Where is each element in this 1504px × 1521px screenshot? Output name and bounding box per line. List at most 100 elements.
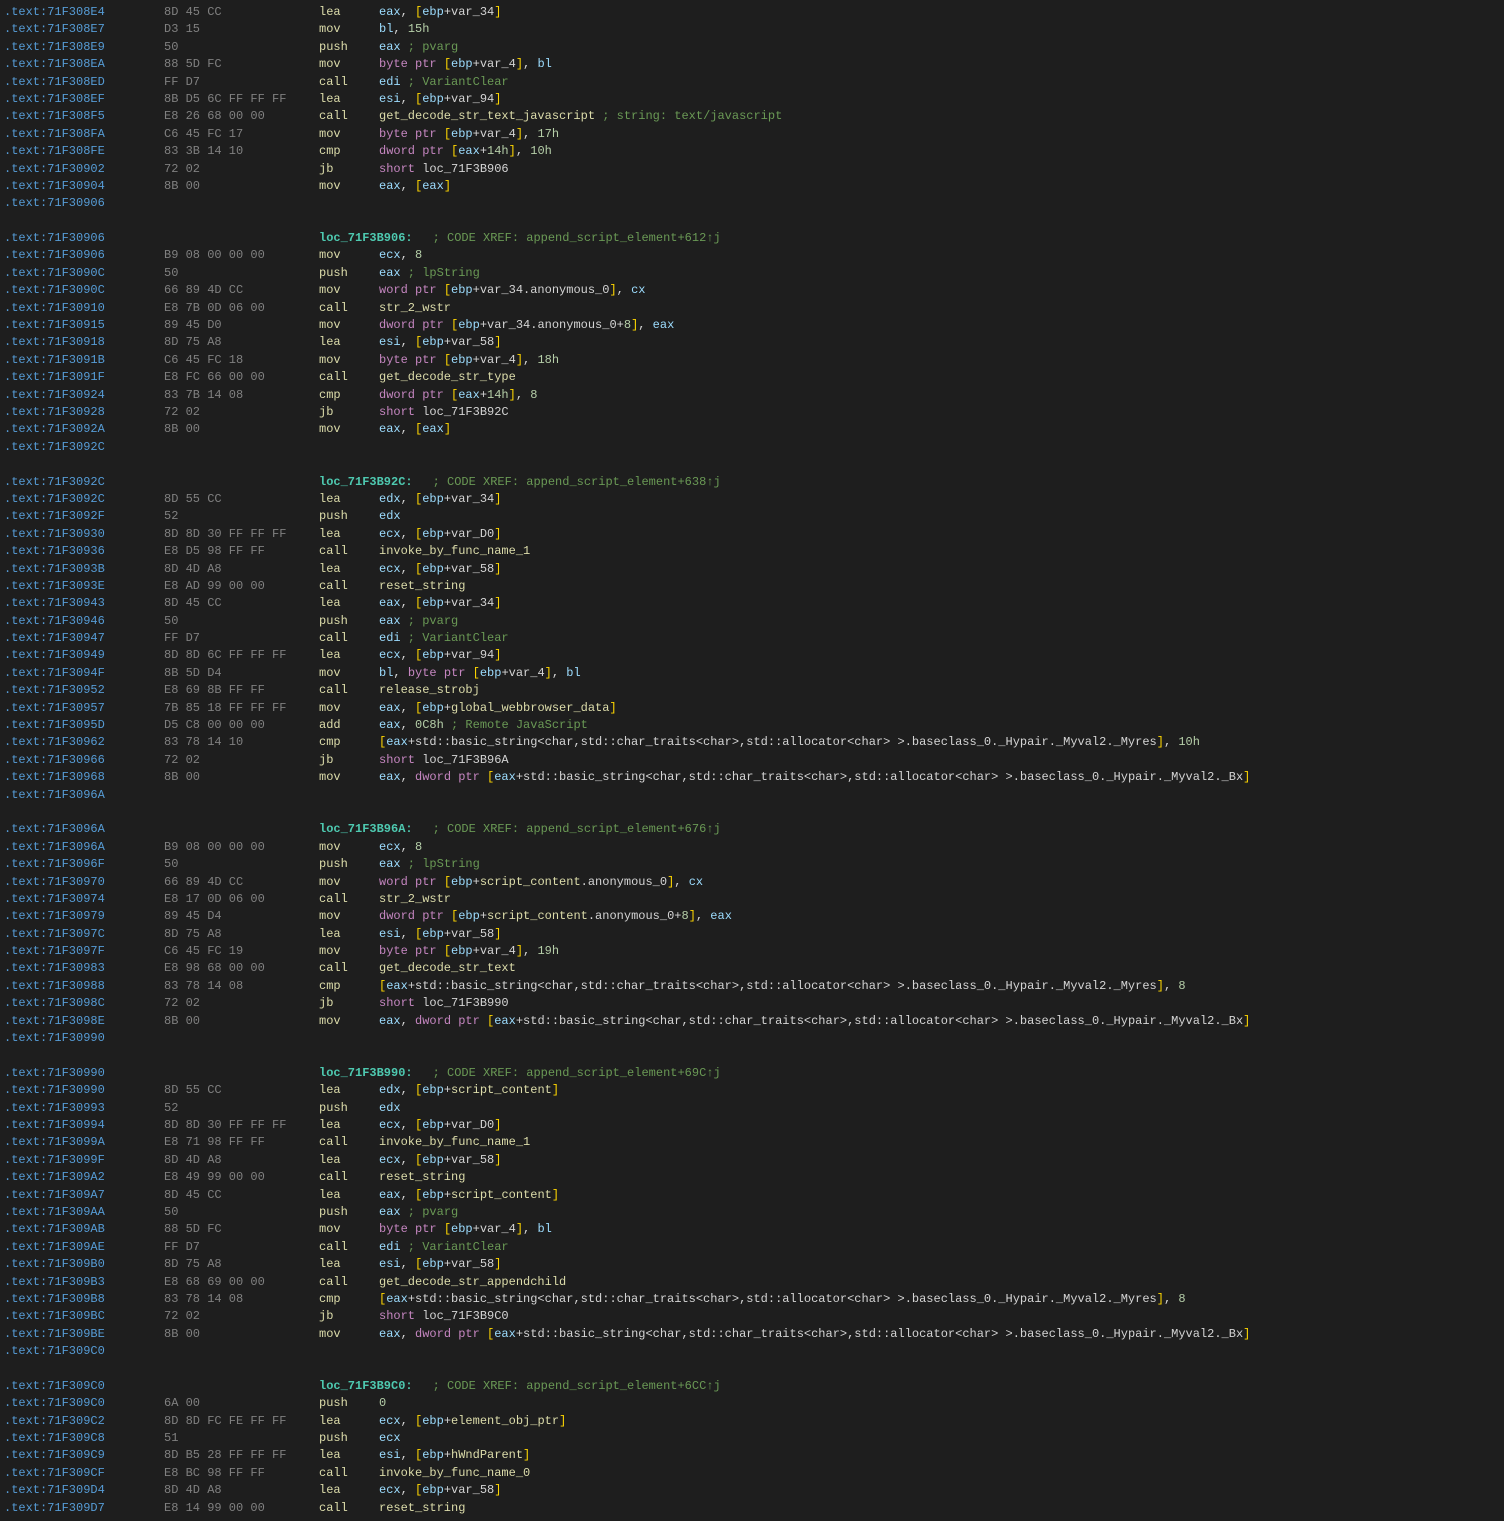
operands: dword ptr [eax+14h], 8	[379, 387, 1500, 404]
disasm-line[interactable]: .text:71F3099AE8 71 98 FF FFcallinvoke_b…	[0, 1134, 1504, 1151]
disasm-line[interactable]: .text:71F3092872 02jbshort loc_71F3B92C	[0, 404, 1504, 421]
disasm-line[interactable]: .text:71F3092A8B 00moveax, [eax]	[0, 421, 1504, 438]
disasm-line[interactable]: .text:71F3093B8D 4D A8leaecx, [ebp+var_5…	[0, 561, 1504, 578]
disasm-line[interactable]: .text:71F309AB88 5D FCmovbyte ptr [ebp+v…	[0, 1221, 1504, 1238]
disasm-line[interactable]: .text:71F309577B 85 18 FF FF FFmoveax, […	[0, 700, 1504, 717]
disasm-line[interactable]: .text:71F3096AB9 08 00 00 00movecx, 8	[0, 839, 1504, 856]
disasm-line[interactable]: .text:71F309B883 78 14 08cmp[eax+std::ba…	[0, 1291, 1504, 1308]
address: .text:71F3093B	[4, 561, 164, 578]
disasm-line[interactable]: .text:71F309048B 00moveax, [eax]	[0, 178, 1504, 195]
address: .text:71F30924	[4, 387, 164, 404]
disasm-line[interactable]: .text:71F3095DD5 C8 00 00 00addeax, 0C8h…	[0, 717, 1504, 734]
disasm-line[interactable]: .text:71F308EF8B D5 6C FF FF FFleaesi, […	[0, 91, 1504, 108]
mnemonic: cmp	[319, 143, 379, 160]
disasm-line[interactable]: .text:71F3090C66 89 4D CCmovword ptr [eb…	[0, 282, 1504, 299]
disasm-line[interactable]: .text:71F308E48D 45 CCleaeax, [ebp+var_3…	[0, 4, 1504, 21]
disasm-line[interactable]: .text:71F309B3E8 68 69 00 00callget_deco…	[0, 1274, 1504, 1291]
disasm-line[interactable]: .text:71F308E950pusheax ; pvarg	[0, 39, 1504, 56]
disasm-line[interactable]: .text:71F3097FC6 45 FC 19movbyte ptr [eb…	[0, 943, 1504, 960]
address: .text:71F30910	[4, 300, 164, 317]
disasm-line[interactable]: .text:71F3096F50pusheax ; lpString	[0, 856, 1504, 873]
disasm-line[interactable]: .text:71F30983E8 98 68 00 00callget_deco…	[0, 960, 1504, 977]
disasm-line[interactable]: .text:71F309948D 8D 30 FF FF FFleaecx, […	[0, 1117, 1504, 1134]
disasm-line[interactable]: .text:71F30947FF D7calledi ; VariantClea…	[0, 630, 1504, 647]
disasm-line[interactable]: .text:71F309308D 8D 30 FF FF FFleaecx, […	[0, 526, 1504, 543]
operands: edi ; VariantClear	[379, 1239, 1500, 1256]
disasm-line[interactable]: .text:71F30906B9 08 00 00 00movecx, 8	[0, 247, 1504, 264]
disasm-line[interactable]: .text:71F309CFE8 BC 98 FF FFcallinvoke_b…	[0, 1465, 1504, 1482]
disasm-line[interactable]: .text:71F309A2E8 49 99 00 00callreset_st…	[0, 1169, 1504, 1186]
disasm-line[interactable]: .text:71F3091FE8 FC 66 00 00callget_deco…	[0, 369, 1504, 386]
disasm-line[interactable]: .text:71F3098C72 02jbshort loc_71F3B990	[0, 995, 1504, 1012]
disasm-line[interactable]: .text:71F309A78D 45 CCleaeax, [ebp+scrip…	[0, 1187, 1504, 1204]
disasm-line[interactable]: .text:71F309908D 55 CCleaedx, [ebp+scrip…	[0, 1082, 1504, 1099]
disasm-line[interactable]: .text:71F309D7E8 14 99 00 00callreset_st…	[0, 1500, 1504, 1517]
disasm-line[interactable]: .text:71F30990	[0, 1030, 1504, 1047]
disasm-line[interactable]: .text:71F3092F52pushedx	[0, 508, 1504, 525]
comment: ; VariantClear	[401, 1240, 509, 1254]
empty-line	[0, 804, 1504, 821]
disasm-line[interactable]: .text:71F3092483 7B 14 08cmpdword ptr [e…	[0, 387, 1504, 404]
disasm-line[interactable]: .text:71F308E7D3 15movbl, 15h	[0, 21, 1504, 38]
disasm-line[interactable]: .text:71F309438D 45 CCleaeax, [ebp+var_3…	[0, 595, 1504, 612]
bytes: 8D B5 28 FF FF FF	[164, 1447, 319, 1464]
disasm-line[interactable]: .text:71F3096672 02jbshort loc_71F3B96A	[0, 752, 1504, 769]
disasm-line[interactable]: .text:71F3091BC6 45 FC 18movbyte ptr [eb…	[0, 352, 1504, 369]
disasm-line[interactable]: .text:71F309688B 00moveax, dword ptr [ea…	[0, 769, 1504, 786]
address: .text:71F30990	[4, 1030, 164, 1047]
bytes: D5 C8 00 00 00	[164, 717, 319, 734]
disasm-line[interactable]: .text:71F309D48D 4D A8leaecx, [ebp+var_5…	[0, 1482, 1504, 1499]
disasm-line[interactable]: .text:71F3098883 78 14 08cmp[eax+std::ba…	[0, 978, 1504, 995]
mnemonic: cmp	[319, 387, 379, 404]
disasm-line[interactable]: .text:71F309498D 8D 6C FF FF FFleaecx, […	[0, 647, 1504, 664]
disasm-line[interactable]: .text:71F309AEFF D7calledi ; VariantClea…	[0, 1239, 1504, 1256]
disasm-line[interactable]: .text:71F3094F8B 5D D4movbl, byte ptr [e…	[0, 665, 1504, 682]
disasm-line[interactable]: .text:71F3092C	[0, 439, 1504, 456]
disasm-line[interactable]: .text:71F3094650pusheax ; pvarg	[0, 613, 1504, 630]
operands: ecx, [ebp+var_94]	[379, 647, 1500, 664]
disasm-line[interactable]: .text:71F309C98D B5 28 FF FF FFleaesi, […	[0, 1447, 1504, 1464]
disasm-line[interactable]: .text:71F309BC72 02jbshort loc_71F3B9C0	[0, 1308, 1504, 1325]
disasm-line[interactable]: .text:71F309B08D 75 A8leaesi, [ebp+var_5…	[0, 1256, 1504, 1273]
mnemonic: mov	[319, 421, 379, 438]
disasm-line[interactable]: .text:71F30936E8 D5 98 FF FFcallinvoke_b…	[0, 543, 1504, 560]
disasm-line[interactable]: .text:71F30974E8 17 0D 06 00callstr_2_ws…	[0, 891, 1504, 908]
disasm-line[interactable]: .text:71F309C28D 8D FC FE FF FFleaecx, […	[0, 1413, 1504, 1430]
disasm-line[interactable]: .text:71F3093EE8 AD 99 00 00callreset_st…	[0, 578, 1504, 595]
disasm-line[interactable]: .text:71F3096A	[0, 787, 1504, 804]
disasm-line[interactable]: .text:71F3092C8D 55 CCleaedx, [ebp+var_3…	[0, 491, 1504, 508]
disasm-line[interactable]: .text:71F3091589 45 D0movdword ptr [ebp+…	[0, 317, 1504, 334]
disasm-line[interactable]: .text:71F30906	[0, 195, 1504, 212]
disasm-line[interactable]: .text:71F309C06A 00push0	[0, 1395, 1504, 1412]
disasm-line[interactable]: .text:71F30952E8 69 8B FF FFcallrelease_…	[0, 682, 1504, 699]
disasm-line[interactable]: .text:71F308EDFF D7calledi ; VariantClea…	[0, 74, 1504, 91]
disasm-line[interactable]: .text:71F3097066 89 4D CCmovword ptr [eb…	[0, 874, 1504, 891]
disasm-line[interactable]: .text:71F309C851pushecx	[0, 1430, 1504, 1447]
disasm-line[interactable]: .text:71F30910E8 7B 0D 06 00callstr_2_ws…	[0, 300, 1504, 317]
address: .text:71F308E9	[4, 39, 164, 56]
disasm-line[interactable]: .text:71F3096283 78 14 10cmp[eax+std::ba…	[0, 734, 1504, 751]
operands: [eax+std::basic_string<char,std::char_tr…	[379, 1291, 1500, 1308]
disasm-line[interactable]: .text:71F308F5E8 26 68 00 00callget_deco…	[0, 108, 1504, 125]
disasm-line[interactable]: .text:71F3097989 45 D4movdword ptr [ebp+…	[0, 908, 1504, 925]
disasm-line[interactable]: .text:71F308FAC6 45 FC 17movbyte ptr [eb…	[0, 126, 1504, 143]
disasm-line[interactable]: .text:71F3099352pushedx	[0, 1100, 1504, 1117]
disasm-line[interactable]: .text:71F3090272 02jbshort loc_71F3B906	[0, 161, 1504, 178]
disasm-line[interactable]: .text:71F3090C50pusheax ; lpString	[0, 265, 1504, 282]
disasm-line[interactable]: .text:71F309AA50pusheax ; pvarg	[0, 1204, 1504, 1221]
disasm-line[interactable]: .text:71F309BE8B 00moveax, dword ptr [ea…	[0, 1326, 1504, 1343]
disasm-line[interactable]: .text:71F308EA88 5D FCmovbyte ptr [ebp+v…	[0, 56, 1504, 73]
disasm-line[interactable]: .text:71F309C0	[0, 1343, 1504, 1360]
disasm-line[interactable]: .text:71F3099F8D 4D A8leaecx, [ebp+var_5…	[0, 1152, 1504, 1169]
address: .text:71F30983	[4, 960, 164, 977]
operands: ecx, 8	[379, 839, 1500, 856]
mnemonic: mov	[319, 56, 379, 73]
operands: reset_string	[379, 1169, 1500, 1186]
operands: ecx, [ebp+var_58]	[379, 1482, 1500, 1499]
disasm-line[interactable]: .text:71F309188D 75 A8leaesi, [ebp+var_5…	[0, 334, 1504, 351]
mnemonic: cmp	[319, 734, 379, 751]
disasm-line[interactable]: .text:71F3097C8D 75 A8leaesi, [ebp+var_5…	[0, 926, 1504, 943]
disasm-line[interactable]: .text:71F308FE83 3B 14 10cmpdword ptr [e…	[0, 143, 1504, 160]
disasm-line[interactable]: .text:71F3098E8B 00moveax, dword ptr [ea…	[0, 1013, 1504, 1030]
mnemonic: mov	[319, 178, 379, 195]
